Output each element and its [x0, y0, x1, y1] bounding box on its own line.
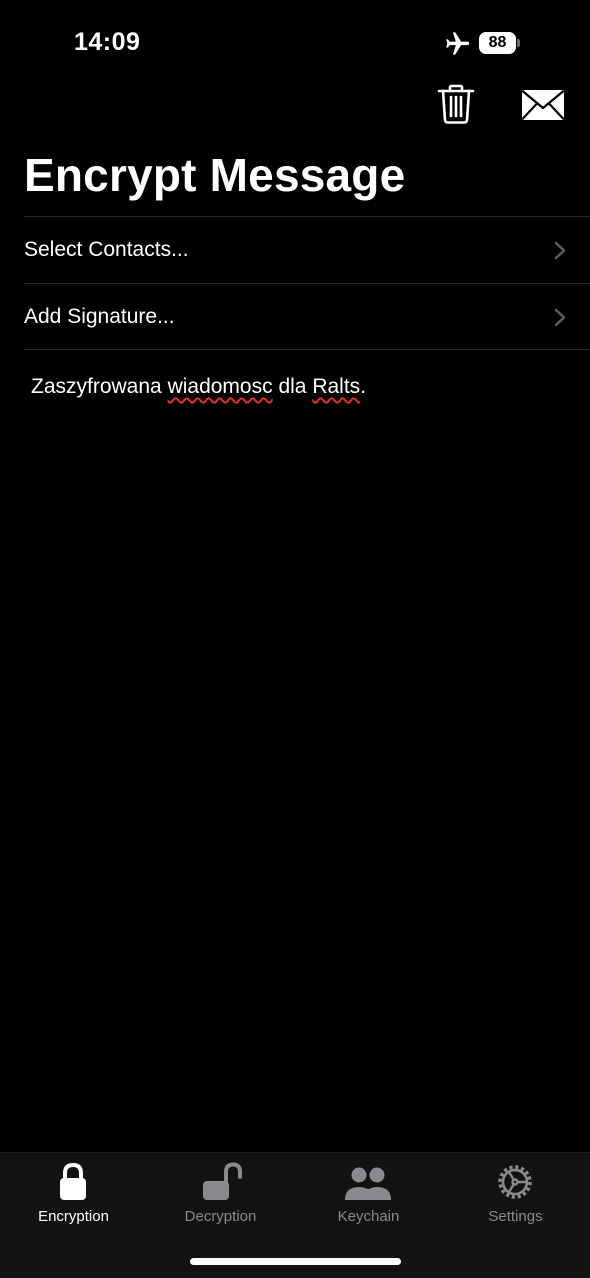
select-contacts-row[interactable]: Select Contacts... — [24, 217, 590, 283]
add-signature-label: Add Signature... — [24, 305, 175, 328]
battery-tip — [517, 39, 520, 47]
status-time: 14:09 — [74, 28, 141, 56]
home-indicator[interactable] — [190, 1258, 401, 1265]
select-contacts-label: Select Contacts... — [24, 238, 189, 261]
add-signature-row[interactable]: Add Signature... — [24, 284, 590, 350]
gear-icon — [498, 1165, 532, 1199]
chevron-right-icon — [554, 308, 566, 327]
tab-label: Keychain — [337, 1208, 400, 1225]
trash-icon[interactable] — [436, 83, 476, 125]
people-icon — [345, 1167, 391, 1200]
lock-closed-icon — [60, 1162, 86, 1200]
message-word: Zaszyfrowana — [31, 375, 162, 398]
tab-label: Decryption — [184, 1208, 257, 1225]
message-word-ralts: Ralts. — [312, 375, 367, 398]
tab-keychain[interactable]: Keychain — [295, 1153, 442, 1233]
status-bar: 14:09 88 — [0, 0, 590, 90]
message-word-misspelled: wiadomosc — [167, 375, 273, 398]
battery-indicator: 88 — [479, 32, 516, 54]
lock-open-icon — [203, 1162, 242, 1200]
tab-settings[interactable]: Settings — [442, 1153, 589, 1233]
tab-label: Encryption — [38, 1208, 109, 1225]
divider — [24, 349, 590, 350]
message-text-area[interactable]: Zaszyfrowana wiadomosc dla Ralts. — [31, 373, 561, 401]
message-word: dla — [278, 375, 307, 398]
screen: 14:09 88 Encrypt Message Select Contacts… — [0, 0, 590, 1278]
chevron-right-icon — [554, 241, 566, 260]
tab-encryption[interactable]: Encryption — [0, 1153, 147, 1233]
tab-label: Settings — [488, 1208, 543, 1225]
airplane-icon — [446, 32, 470, 55]
mail-envelope-icon[interactable] — [520, 88, 566, 122]
tab-decryption[interactable]: Decryption — [147, 1153, 294, 1233]
page-title: Encrypt Message — [24, 149, 406, 201]
